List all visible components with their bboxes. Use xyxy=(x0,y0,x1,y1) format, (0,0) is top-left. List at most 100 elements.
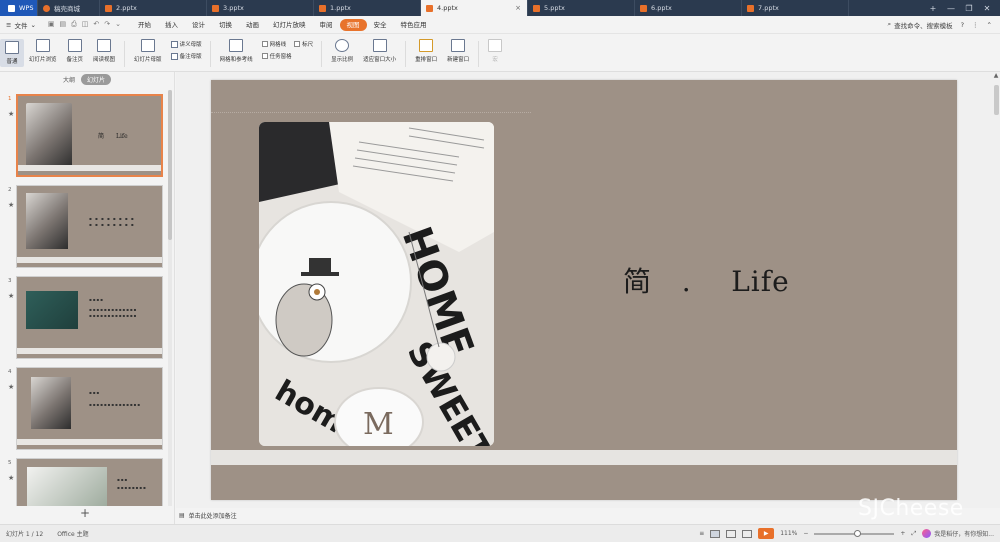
store-icon xyxy=(43,4,50,12)
fit-window-button[interactable]: 适应窗口大小 xyxy=(358,39,401,63)
editor-scrollbar[interactable]: ▲ xyxy=(992,72,1000,508)
normal-view-button[interactable]: 普通 xyxy=(0,39,24,67)
normal-view-toggle[interactable] xyxy=(710,529,721,538)
ribbon-divider xyxy=(478,41,480,67)
menu-view[interactable]: 视图 xyxy=(339,18,367,31)
menu-design[interactable]: 设计 xyxy=(185,19,212,31)
thumbnail-text: ▪▪▪ xyxy=(117,477,129,482)
assistant-icon xyxy=(922,529,932,538)
notes-master-button[interactable]: 备注母版 xyxy=(170,52,202,60)
zoom-slider-knob[interactable] xyxy=(854,529,862,537)
arrange-windows-button[interactable]: 重排窗口 xyxy=(410,39,442,63)
notes-pane[interactable]: ▤ 单击此处添加备注 xyxy=(176,508,992,522)
zoom-out-icon[interactable]: − xyxy=(803,530,808,537)
zoom-level[interactable]: 111% xyxy=(780,530,797,537)
slide-thumbnail-list: 1 ★ 简 Life 2 ★ ▪ ▪ ▪ ▪ ▪ ▪ ▪ ▪ ▪ ▪ ▪ ▪ ▪… xyxy=(0,90,168,506)
pptx-file-icon xyxy=(319,4,326,12)
menu-transitions[interactable]: 切换 xyxy=(212,19,239,31)
chevron-down-icon: ⌄ xyxy=(30,20,36,29)
tab-wps[interactable]: WPS xyxy=(0,0,38,16)
new-window-button[interactable]: 新建窗口 xyxy=(442,39,474,63)
assistant-button[interactable]: 我是稻仔，有你想知... xyxy=(922,529,994,538)
reading-view-toggle[interactable] xyxy=(742,529,753,538)
thumbnail-band xyxy=(17,257,162,263)
slide-thumbnail-row[interactable]: 4 ★ ▪▪▪ ▪▪▪▪▪▪▪▪▪▪▪▪▪▪ xyxy=(0,367,168,451)
add-slide-button[interactable]: + xyxy=(80,506,90,520)
menu-features[interactable]: 特色应用 xyxy=(394,19,434,31)
status-right: ≡ ▶ 111% − + ⤢ 我是稻仔，有你想知... xyxy=(699,528,994,539)
reading-view-button[interactable]: 阅读视图 xyxy=(88,39,120,63)
chevron-down-icon[interactable]: ⌄ xyxy=(115,20,121,29)
tab-outline[interactable]: 大纲 xyxy=(63,75,75,84)
close-tab-icon[interactable]: × xyxy=(515,4,521,12)
macro-button[interactable]: 宏 xyxy=(483,39,507,63)
menu-animations[interactable]: 动画 xyxy=(239,19,266,31)
preview-icon[interactable]: ◫ xyxy=(82,20,89,29)
undo-icon[interactable]: ↶ xyxy=(93,20,99,29)
zoom-slider[interactable] xyxy=(814,529,895,537)
slide-photo[interactable]: HOME SWEET hom M xyxy=(259,122,494,446)
scroll-up-icon[interactable]: ▲ xyxy=(992,72,1000,79)
file-menu[interactable]: ≡ 文件 ⌄ xyxy=(0,20,42,30)
fit-slide-icon[interactable]: ⤢ xyxy=(911,530,916,538)
zoom-in-icon[interactable]: + xyxy=(900,530,905,537)
slide-thumbnail-row[interactable]: 3 ★ ▪▪▪▪ ▪▪▪▪▪▪▪▪▪▪▪▪▪ ▪▪▪▪▪▪▪▪▪▪▪▪▪ xyxy=(0,276,168,360)
slide-thumbnail-row[interactable]: 1 ★ 简 Life xyxy=(0,94,168,178)
tab-doc-2[interactable]: 2.pptx xyxy=(100,0,207,16)
tab-doc-3[interactable]: 3.pptx xyxy=(207,0,314,16)
export-icon[interactable]: ▤ xyxy=(60,20,67,29)
maximize-icon[interactable]: ❐ xyxy=(964,3,974,13)
tab-doc-6[interactable]: 6.pptx xyxy=(635,0,742,16)
notes-page-button[interactable]: 备注页 xyxy=(62,39,89,63)
menu-security[interactable]: 安全 xyxy=(367,19,394,31)
tab-doc-7[interactable]: 7.pptx xyxy=(742,0,849,16)
slide-thumbnail[interactable]: ▪▪▪ ▪▪▪▪▪▪▪▪ xyxy=(16,458,163,506)
minimize-icon[interactable]: — xyxy=(946,3,956,13)
redo-icon[interactable]: ↷ xyxy=(104,20,110,29)
slide-master-button[interactable]: 幻灯片母版 xyxy=(129,39,167,63)
slide-thumbnail[interactable]: 简 Life xyxy=(16,94,163,177)
zoom-button[interactable]: 显示比例 xyxy=(326,39,358,63)
play-slideshow-button[interactable]: ▶ xyxy=(758,528,775,539)
slide-thumbnail[interactable]: ▪ ▪ ▪ ▪ ▪ ▪ ▪ ▪ ▪ ▪ ▪ ▪ ▪ ▪ ▪ ▪ xyxy=(16,185,163,268)
grid-guides-button[interactable]: 网格和参考线 xyxy=(215,39,258,63)
more-icon[interactable]: ⋮ xyxy=(972,21,979,29)
close-window-icon[interactable]: ✕ xyxy=(982,3,992,13)
collapse-ribbon-icon[interactable]: ⌃ xyxy=(987,21,992,29)
notes-toggle-icon[interactable]: ≡ xyxy=(699,530,704,537)
thumbnail-photo xyxy=(26,103,72,167)
menu-slideshow[interactable]: 幻灯片放映 xyxy=(266,19,313,31)
slide-sorter-button[interactable]: 幻灯片浏览 xyxy=(24,39,62,63)
slide-thumbnail-row[interactable]: 2 ★ ▪ ▪ ▪ ▪ ▪ ▪ ▪ ▪ ▪ ▪ ▪ ▪ ▪ ▪ ▪ ▪ xyxy=(0,185,168,269)
handout-master-button[interactable]: 讲义母版 xyxy=(170,40,202,48)
print-icon[interactable]: ⎙ xyxy=(71,20,77,29)
help-icon[interactable]: ? xyxy=(961,21,964,29)
save-icon[interactable]: ▣ xyxy=(48,20,55,29)
sorter-view-toggle[interactable] xyxy=(726,529,737,538)
menu-home[interactable]: 开始 xyxy=(131,19,158,31)
menu-bar: ≡ 文件 ⌄ ▣ ▤ ⎙ ◫ ↶ ↷ ⌄ 开始 插入 设计 切换 动画 幻灯片放… xyxy=(0,16,1000,34)
scrollbar-thumb[interactable] xyxy=(168,90,172,240)
new-tab-icon[interactable]: + xyxy=(928,3,938,13)
panel-scrollbar[interactable] xyxy=(168,90,172,506)
tab-slides[interactable]: 幻灯片 xyxy=(81,73,112,85)
slide-sorter-icon xyxy=(35,39,50,52)
slide-thumbnail-row[interactable]: 5 ★ ▪▪▪ ▪▪▪▪▪▪▪▪ xyxy=(0,458,168,506)
tab-doc-1[interactable]: 1.pptx xyxy=(314,0,421,16)
arrange-windows-icon xyxy=(419,39,434,52)
ruler-checkbox[interactable] xyxy=(294,41,301,47)
slide-thumbnail[interactable]: ▪▪▪ ▪▪▪▪▪▪▪▪▪▪▪▪▪▪ xyxy=(16,367,163,450)
tab-doc-4[interactable]: 4.pptx × xyxy=(421,0,528,16)
slide-thumbnail[interactable]: ▪▪▪▪ ▪▪▪▪▪▪▪▪▪▪▪▪▪ ▪▪▪▪▪▪▪▪▪▪▪▪▪ xyxy=(16,276,163,359)
tab-store[interactable]: 稿壳商城 xyxy=(38,0,100,16)
task-pane-checkbox[interactable]: 任务窗格 xyxy=(261,52,314,60)
tab-doc-5[interactable]: 5.pptx xyxy=(528,0,635,16)
slide-title[interactable]: 简 . Life xyxy=(623,260,790,300)
gridlines-checkbox[interactable]: 网格线 标尺 xyxy=(261,40,313,48)
animation-star-icon: ★ xyxy=(8,110,15,118)
slide-canvas[interactable]: HOME SWEET hom M 简 . Life xyxy=(211,80,957,500)
menu-review[interactable]: 审阅 xyxy=(313,19,340,31)
menu-insert[interactable]: 插入 xyxy=(158,19,185,31)
scrollbar-thumb[interactable] xyxy=(993,85,999,115)
command-search[interactable]: ⌕ 查找命令、搜索模板 xyxy=(887,20,952,30)
